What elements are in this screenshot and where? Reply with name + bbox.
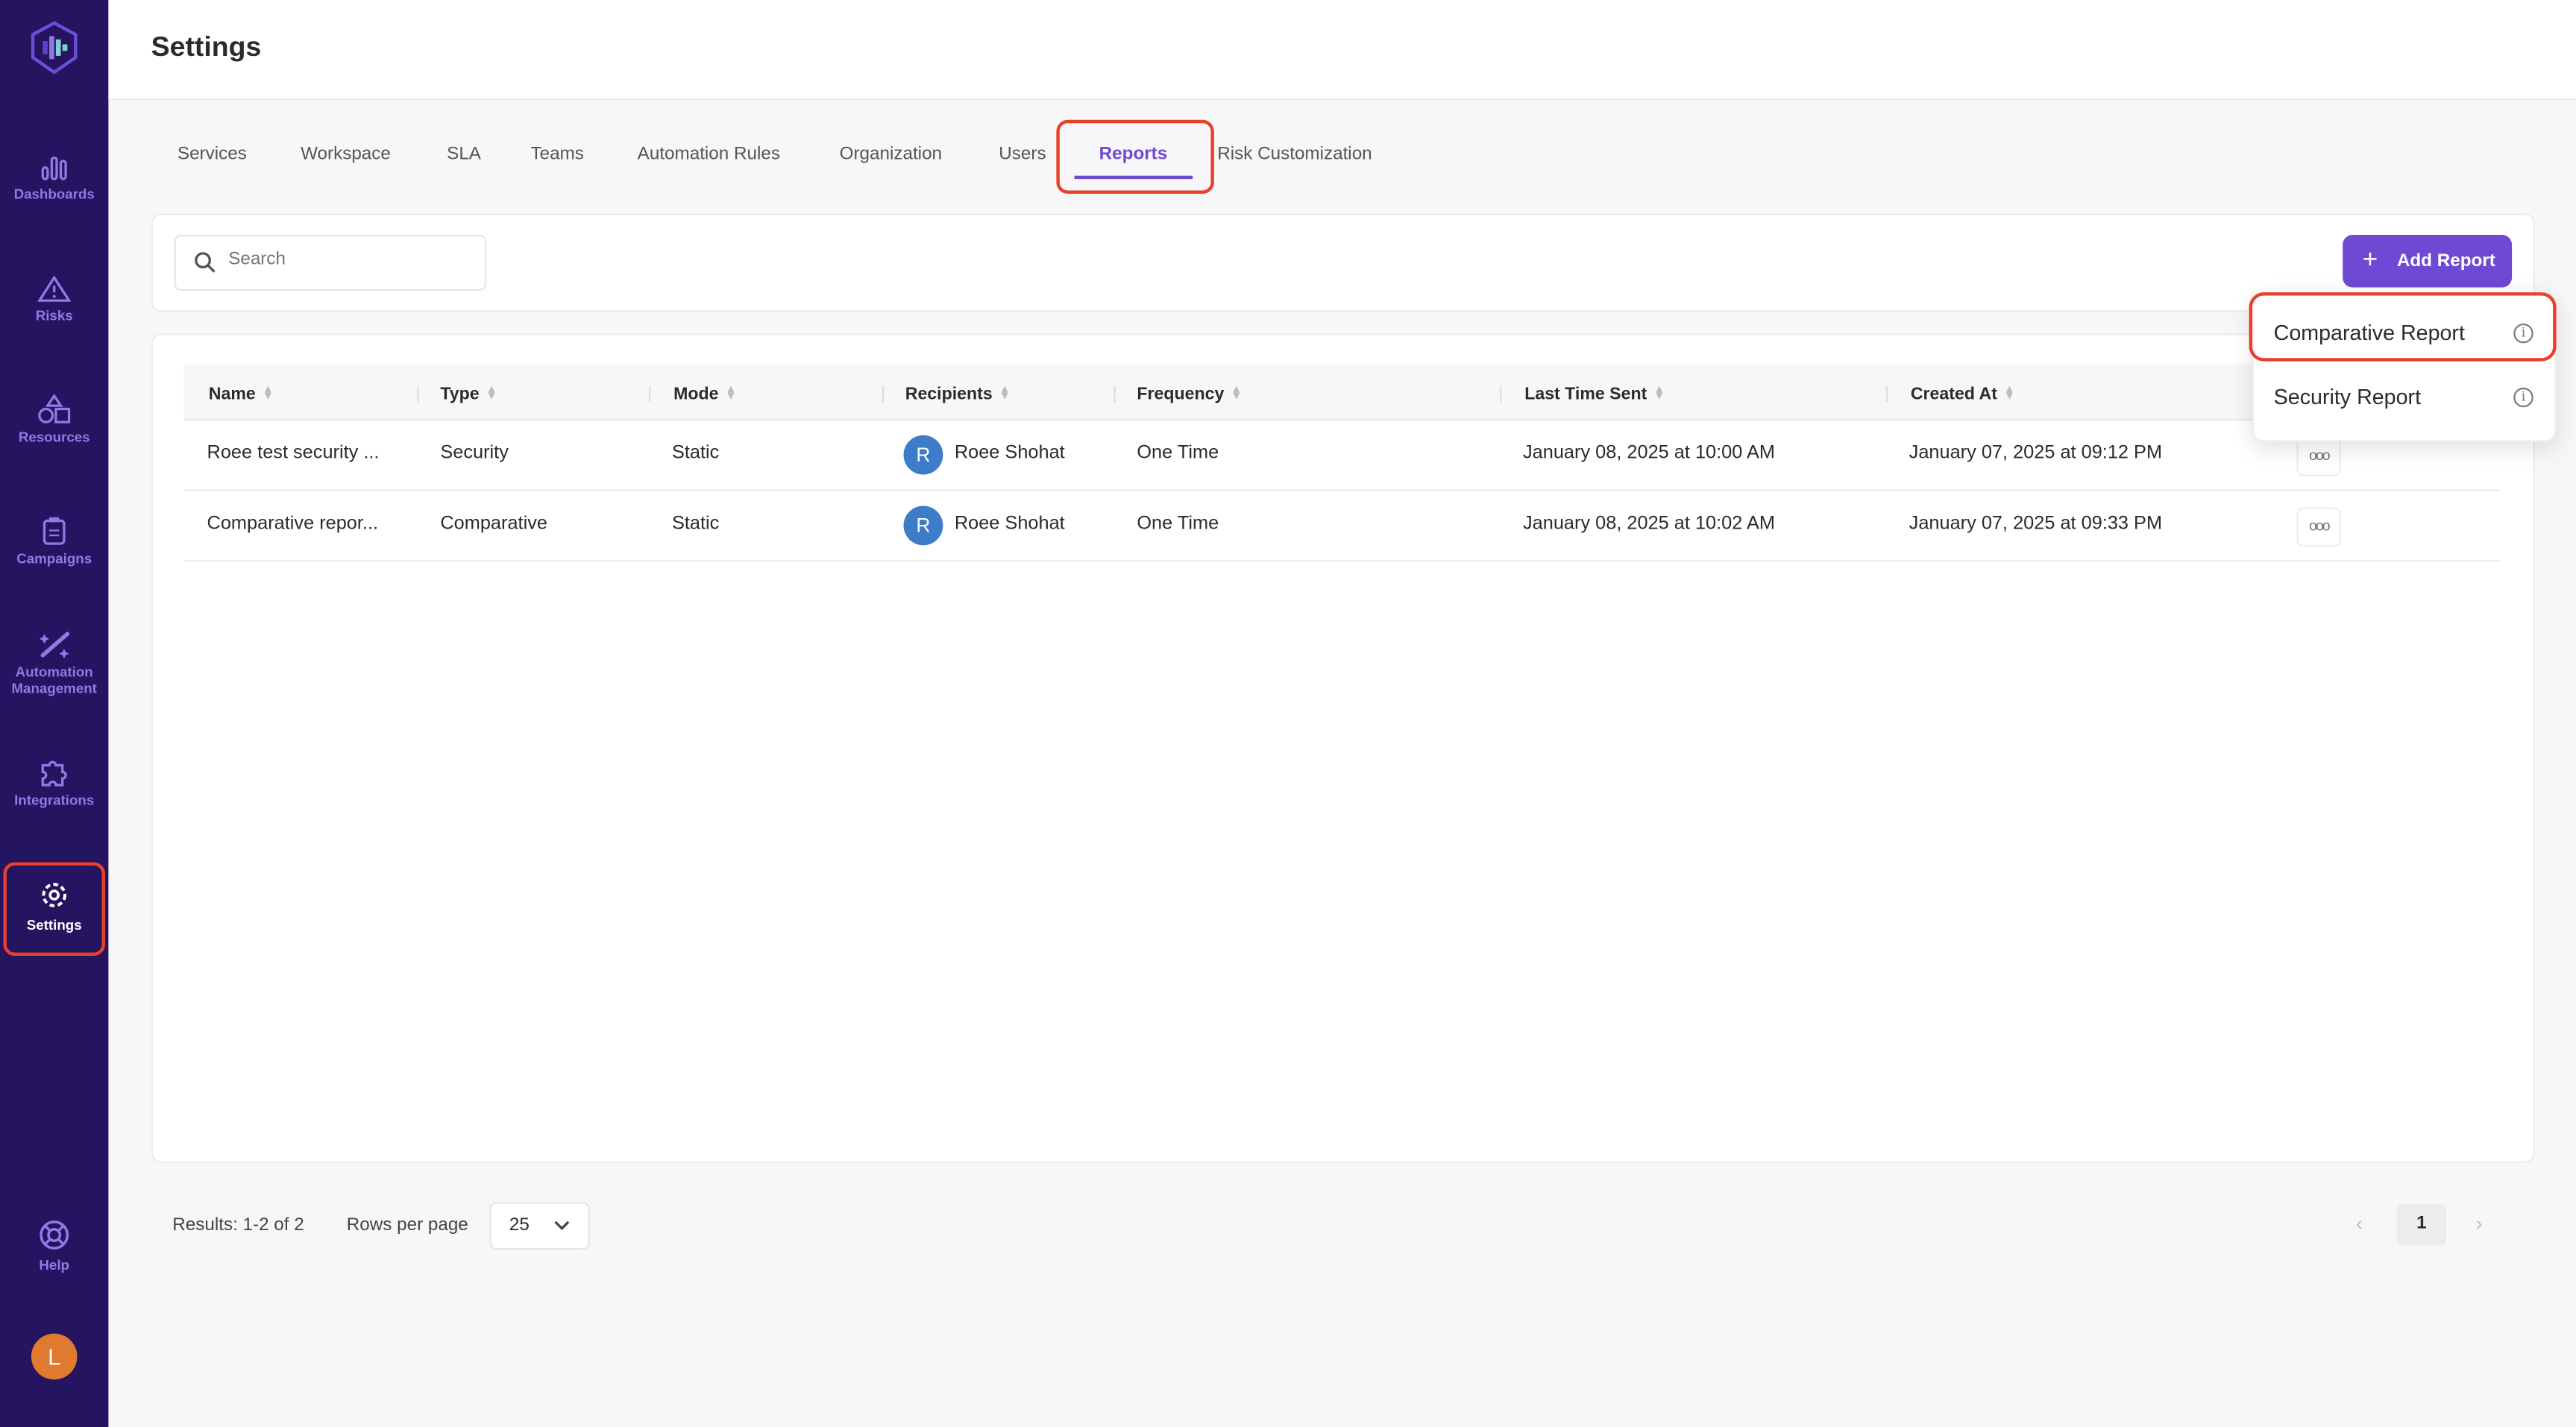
sidebar-item-label: Automation Management — [11, 663, 97, 696]
column-header-last-time-sent[interactable]: Last Time Sent ▲ ▼ — [1524, 384, 1665, 403]
page-title: Settings — [151, 31, 262, 63]
cell-frequency: One Time — [1137, 514, 1219, 534]
tab-services[interactable]: Services — [178, 145, 247, 164]
rows-per-page-label: Rows per page — [346, 1215, 468, 1235]
recipient-avatar: R — [903, 435, 943, 475]
cell-name[interactable]: Comparative repor... — [207, 514, 379, 533]
toolbar-card — [151, 213, 2535, 312]
cell-frequency: One Time — [1137, 443, 1219, 464]
sort-icon: ▲ ▼ — [999, 384, 1011, 403]
app-logo[interactable] — [30, 21, 79, 75]
cell-name[interactable]: Roee test security ... — [207, 444, 380, 463]
user-avatar[interactable]: L — [31, 1333, 78, 1380]
cell-mode: Static — [671, 514, 720, 534]
next-page-button[interactable]: › — [2476, 1212, 2483, 1235]
magic-wand-icon — [39, 631, 70, 659]
sort-icon: ▲ ▼ — [1653, 384, 1665, 403]
cell-created-at: January 07, 2025 at 09:12 PM — [1909, 443, 2163, 464]
tab-risk-customization[interactable]: Risk Customization — [1217, 145, 1372, 164]
sidebar-item-settings[interactable]: Settings — [0, 878, 108, 933]
cell-last-time-sent: January 08, 2025 at 10:02 AM — [1522, 514, 1776, 534]
tab-organization[interactable]: Organization — [840, 145, 942, 164]
sidebar-item-automation-management[interactable]: Automation Management — [0, 629, 108, 696]
cell-mode: Static — [671, 443, 720, 464]
rows-per-page-select[interactable]: 25 — [489, 1202, 590, 1250]
sort-icon: ▲ ▼ — [725, 384, 737, 403]
sidebar-item-label: Integrations — [14, 791, 95, 808]
cell-type: Comparative — [440, 514, 547, 534]
menu-item-security-report[interactable]: Security Report i — [2254, 366, 2554, 438]
recipient-avatar: R — [903, 505, 943, 546]
sidebar-item-campaigns[interactable]: Campaigns — [0, 516, 108, 567]
sidebar-item-label: Dashboards — [13, 185, 95, 202]
column-header-created-at[interactable]: Created At ▲ ▼ — [1911, 384, 2015, 403]
cell-last-time-sent: January 08, 2025 at 10:00 AM — [1522, 443, 1776, 464]
sort-icon: ▲ ▼ — [1231, 384, 1243, 403]
column-header-type[interactable]: Type ▲ ▼ — [440, 384, 497, 403]
previous-page-button[interactable]: ‹ — [2356, 1212, 2363, 1235]
sort-icon: ▲ ▼ — [486, 384, 497, 403]
sort-icon: ▲ ▼ — [262, 384, 274, 403]
row-actions-button[interactable]: ooo — [2296, 507, 2341, 547]
highlight-comparative-report — [2249, 292, 2557, 362]
info-icon[interactable]: i — [2513, 387, 2533, 408]
column-header-name[interactable]: Name ▲ ▼ — [209, 384, 274, 403]
sidebar-item-label: Resources — [18, 428, 90, 445]
sidebar-item-label: Campaigns — [16, 549, 92, 567]
cell-recipient: Roee Shohat — [954, 443, 1065, 464]
lifebuoy-icon — [40, 1220, 69, 1250]
clipboard-icon — [43, 517, 66, 545]
shapes-icon — [38, 394, 71, 423]
sort-icon: ▲ ▼ — [2003, 384, 2016, 403]
row-actions-button[interactable]: ooo — [2296, 436, 2341, 476]
page-1-button[interactable]: 1 — [2396, 1203, 2446, 1245]
sidebar-item-label: Help — [39, 1256, 69, 1273]
chevron-down-icon — [554, 1220, 570, 1231]
highlight-reports-tab — [1056, 119, 1214, 194]
tab-sla[interactable]: SLA — [447, 145, 481, 164]
add-report-label: Add Report — [2396, 251, 2495, 271]
tab-users[interactable]: Users — [999, 145, 1046, 164]
gear-icon — [42, 883, 66, 907]
sidebar-item-label: Settings — [26, 916, 82, 933]
sidebar-item-resources[interactable]: Resources — [0, 394, 108, 445]
sidebar: Dashboards Risks Resources Campaigns Aut… — [0, 0, 109, 1427]
warning-icon — [37, 276, 71, 302]
puzzle-icon — [41, 760, 67, 787]
search-field[interactable] — [224, 248, 479, 271]
column-header-recipients[interactable]: Recipients ▲ ▼ — [905, 384, 1011, 403]
column-header-frequency[interactable]: Frequency ▲ ▼ — [1137, 384, 1242, 403]
header: Settings — [108, 0, 2576, 101]
cell-recipient: Roee Shohat — [954, 514, 1065, 534]
results-count: Results: 1-2 of 2 — [172, 1215, 304, 1235]
sidebar-item-integrations[interactable]: Integrations — [0, 757, 108, 808]
table-header — [183, 365, 2501, 420]
cell-type: Security — [440, 443, 509, 464]
column-header-mode[interactable]: Mode ▲ ▼ — [673, 384, 736, 403]
add-report-button[interactable]: + Add Report — [2343, 235, 2513, 288]
sidebar-item-risks[interactable]: Risks — [0, 276, 108, 324]
tab-workspace[interactable]: Workspace — [301, 145, 391, 164]
plus-icon: + — [2362, 246, 2378, 274]
sidebar-item-label: Risks — [35, 306, 73, 324]
cell-created-at: January 07, 2025 at 09:33 PM — [1909, 514, 2163, 534]
sidebar-item-help[interactable]: Help — [0, 1218, 108, 1273]
tab-automation-rules[interactable]: Automation Rules — [638, 145, 780, 164]
bar-chart-icon — [41, 156, 67, 180]
tab-teams[interactable]: Teams — [531, 145, 584, 164]
search-icon — [195, 252, 216, 273]
search-input[interactable] — [174, 235, 487, 291]
sidebar-item-dashboards[interactable]: Dashboards — [0, 154, 108, 202]
